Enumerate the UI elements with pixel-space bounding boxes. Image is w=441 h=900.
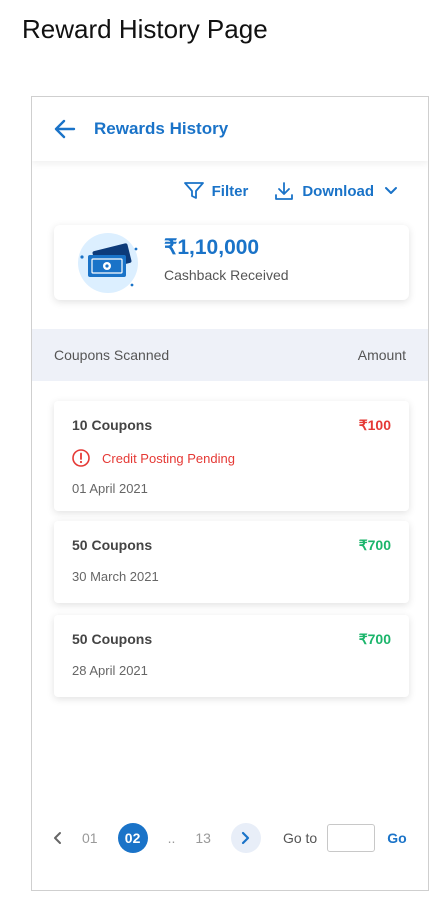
entry-title: 10 Coupons xyxy=(72,417,153,433)
entry-date: 30 March 2021 xyxy=(72,569,159,584)
entry-amount: ₹700 xyxy=(358,537,391,553)
entry-amount: ₹700 xyxy=(358,631,391,647)
app-header: Rewards History xyxy=(32,97,428,161)
cashback-amount: ₹1,10,000 xyxy=(164,236,260,259)
entry-title: 50 Coupons xyxy=(72,537,153,553)
filter-icon xyxy=(183,182,204,199)
chevron-right-icon xyxy=(241,831,250,845)
chevron-left-icon[interactable] xyxy=(52,831,62,845)
entry-date: 28 April 2021 xyxy=(72,663,148,678)
go-button[interactable]: Go xyxy=(387,830,406,846)
page-caption: Reward History Page xyxy=(22,14,268,44)
cash-icon xyxy=(78,233,138,293)
next-page-button[interactable] xyxy=(230,823,261,853)
goto-label: Go to xyxy=(282,830,318,846)
pagination: 01 02 .. 13 Go to Go xyxy=(52,823,407,853)
last-page-link[interactable]: 13 xyxy=(195,830,211,846)
phone-frame: Rewards History Filter Download ₹1,10,00… xyxy=(31,96,429,891)
pending-status: Credit Posting Pending xyxy=(72,449,235,467)
entry-title: 50 Coupons xyxy=(72,631,153,647)
current-page[interactable]: 02 xyxy=(117,823,148,853)
column-coupons-scanned: Coupons Scanned xyxy=(54,347,170,363)
cashback-summary-card: ₹1,10,000 Cashback Received xyxy=(54,225,409,300)
download-button[interactable]: Download xyxy=(274,181,406,201)
cashback-label: Cashback Received xyxy=(164,267,289,283)
download-label: Download xyxy=(302,182,374,200)
page-ellipsis: .. xyxy=(167,830,176,846)
page-link[interactable]: 01 xyxy=(82,830,98,846)
column-amount: Amount xyxy=(357,347,406,363)
download-icon xyxy=(275,182,294,200)
page-title: Rewards History xyxy=(94,119,229,138)
pending-status-text: Credit Posting Pending xyxy=(102,450,235,466)
alert-circle-icon xyxy=(72,449,90,467)
table-header: Coupons Scanned Amount xyxy=(32,329,428,381)
entry-date: 01 April 2021 xyxy=(72,481,148,496)
reward-entry[interactable]: 50 Coupons ₹700 28 April 2021 xyxy=(54,615,409,697)
filter-button[interactable]: Filter xyxy=(183,182,249,200)
chevron-down-icon xyxy=(385,187,397,194)
reward-entry[interactable]: 10 Coupons ₹100 Credit Posting Pending 0… xyxy=(54,401,409,511)
back-arrow-icon[interactable] xyxy=(54,119,76,139)
reward-entry[interactable]: 50 Coupons ₹700 30 March 2021 xyxy=(54,521,409,603)
entry-amount: ₹100 xyxy=(358,417,391,433)
filter-label: Filter xyxy=(211,182,249,200)
goto-page-input[interactable] xyxy=(327,824,376,852)
toolbar: Filter Download xyxy=(183,181,406,201)
